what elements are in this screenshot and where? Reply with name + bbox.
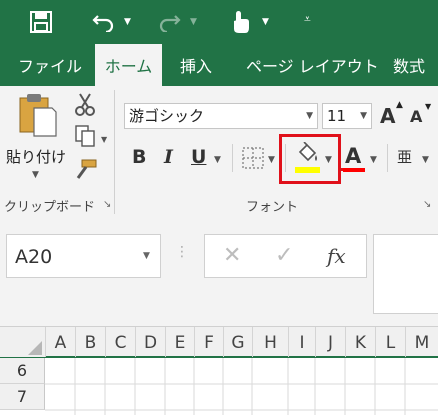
customize-qat-icon[interactable]: ⩡ [304,12,311,27]
borders-icon[interactable] [242,147,264,173]
name-box-value: A20 [15,246,53,268]
shrink-font-button[interactable]: A [410,107,422,126]
tab-formulas[interactable]: 数式 [393,44,425,86]
name-box[interactable]: A20 ▼ [6,234,161,278]
column-header[interactable]: G [223,327,252,357]
column-header[interactable]: E [165,327,194,357]
group-divider [114,90,115,214]
formula-input[interactable] [373,234,438,314]
bold-button[interactable]: B [132,146,146,168]
column-header[interactable]: D [135,327,165,357]
font-color-swatch [343,168,365,172]
undo-icon[interactable] [92,12,116,36]
tab-file[interactable]: ファイル [18,44,82,86]
cancel-button[interactable]: ✕ [223,243,241,268]
font-color-dropdown-icon[interactable]: ▼ [370,155,377,165]
fill-color-swatch [295,167,320,173]
ribbon-tabs: ファイル ホーム 挿入 ページ レイアウト 数式 [0,44,438,86]
undo-dropdown-icon[interactable]: ▼ [124,17,131,27]
tab-page-layout[interactable]: ページ レイアウト [246,44,379,86]
font-size-value: 11 [327,107,347,125]
underline-button[interactable]: U [191,146,206,168]
formula-bar-grip-icon: ⋮ [175,244,189,260]
grid-lines [45,358,438,415]
italic-button[interactable]: I [164,146,173,168]
row-header[interactable]: 6 [0,358,45,384]
font-size-combo[interactable]: 11 ▼ [322,103,372,129]
column-header[interactable]: B [75,327,105,357]
paste-icon [19,94,57,137]
touch-mode-icon[interactable] [230,9,252,39]
formula-bar-area: A20 ▼ ⋮ ✕ ✓ fx [0,218,438,326]
shrink-font-arrow-icon: ▼ [425,102,432,111]
tab-insert[interactable]: 挿入 [180,44,212,86]
insert-function-button[interactable]: fx [327,244,346,268]
column-header-row: A B C D E F G H I J K L M [0,326,438,358]
fill-color-bucket-icon[interactable] [294,141,320,170]
column-header[interactable]: C [105,327,135,357]
column-header[interactable]: K [345,327,375,357]
clipboard-group-label: クリップボード [4,200,96,215]
column-header[interactable]: M [405,327,438,357]
quick-access-toolbar: ▼ ▼ ▼ ⩡ [0,0,438,44]
clipboard-launcher-icon[interactable]: ↘ [103,199,111,210]
worksheet-grid[interactable]: 6 7 [0,358,438,415]
font-color-button[interactable]: A [345,144,361,168]
formula-buttons: ✕ ✓ fx [204,234,367,278]
column-header[interactable]: A [45,327,75,357]
select-all-corner[interactable] [0,327,45,357]
ribbon-home: 貼り付け ▼ ▼ クリップボード ↘ 游ゴシック ▼ 11 ▼ A ▲ A ▼ … [0,86,438,219]
save-icon[interactable] [30,11,52,37]
paste-dropdown-icon[interactable]: ▼ [32,170,39,180]
name-box-dropdown-icon[interactable]: ▼ [143,251,150,261]
grow-font-arrow-icon: ▲ [396,100,403,110]
paste-button[interactable]: 貼り付け ▼ [4,92,70,182]
enter-button[interactable]: ✓ [275,243,293,268]
row-header[interactable]: 7 [0,384,45,410]
borders-dropdown-icon[interactable]: ▼ [268,155,275,165]
font-divider [387,144,388,172]
cut-icon[interactable] [74,92,96,120]
font-size-dropdown-icon[interactable]: ▼ [360,104,367,128]
tab-home[interactable]: ホーム [95,44,162,86]
fill-color-dropdown-icon[interactable]: ▼ [325,155,332,165]
font-divider [232,144,233,172]
font-launcher-icon[interactable]: ↘ [423,199,431,210]
paste-label: 貼り付け [6,148,67,166]
phonetic-guide-button[interactable]: 亜 [397,146,412,167]
font-name-dropdown-icon[interactable]: ▼ [306,104,313,128]
redo-dropdown-icon[interactable]: ▼ [190,17,197,27]
column-header[interactable]: I [288,327,315,357]
touch-dropdown-icon[interactable]: ▼ [262,17,269,27]
column-header[interactable]: F [194,327,223,357]
format-painter-icon[interactable] [74,158,98,184]
font-group-label: フォント [246,200,299,215]
column-header[interactable]: J [315,327,345,357]
column-header[interactable]: L [375,327,405,357]
column-header[interactable]: H [252,327,288,357]
grow-font-button[interactable]: A [380,104,395,128]
font-name-combo[interactable]: 游ゴシック ▼ [124,103,318,129]
copy-dropdown-icon[interactable]: ▼ [101,135,107,144]
copy-icon[interactable] [74,124,96,152]
phonetic-dropdown-icon[interactable]: ▼ [422,155,429,165]
font-name-value: 游ゴシック [129,107,205,125]
redo-icon[interactable] [157,12,181,36]
underline-dropdown-icon[interactable]: ▼ [214,155,221,165]
